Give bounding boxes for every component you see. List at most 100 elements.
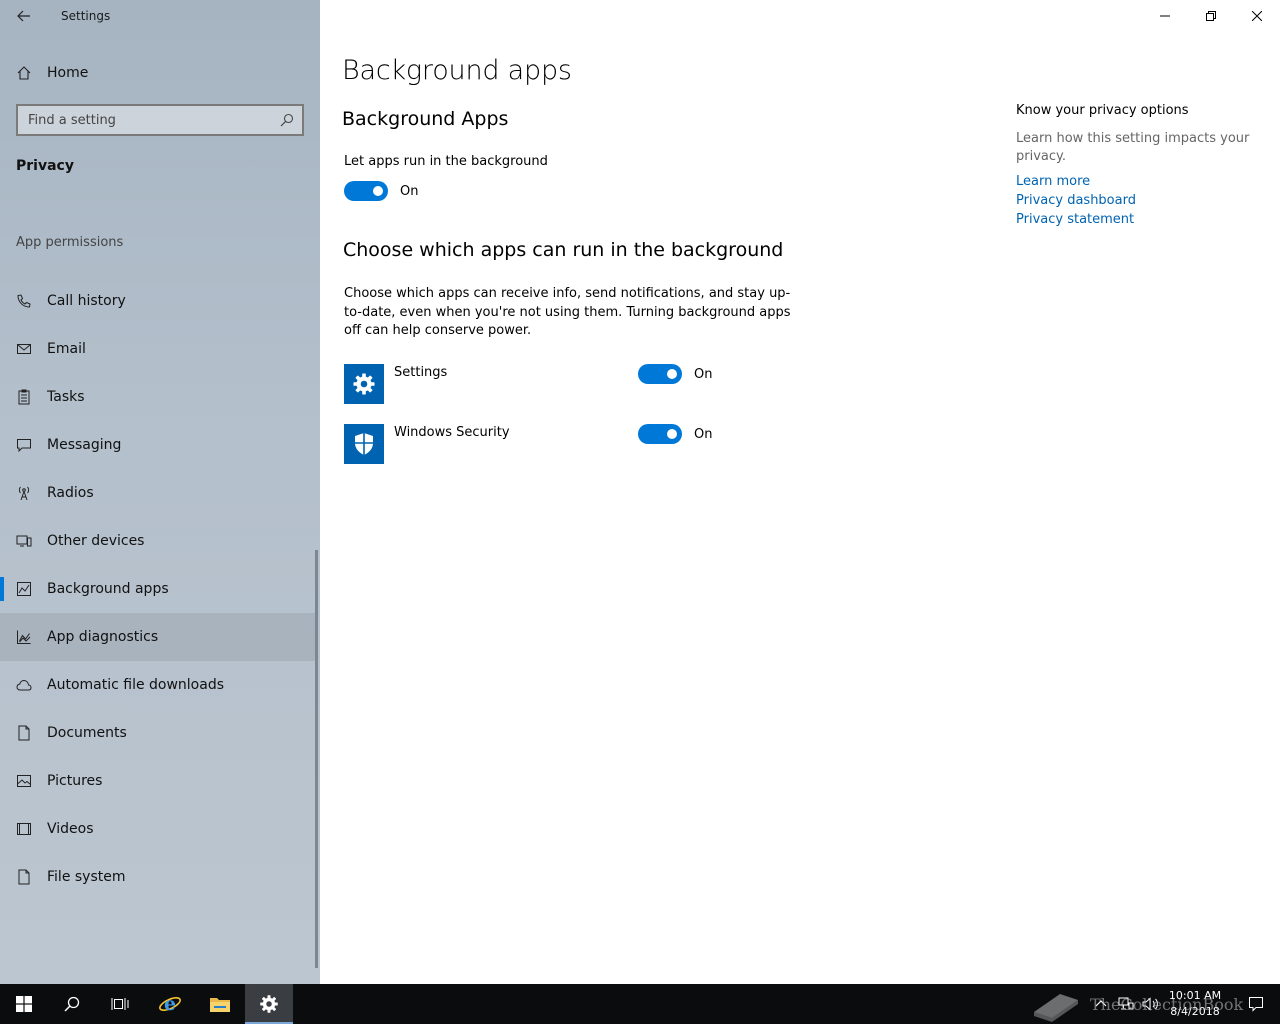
learn-more-link[interactable]: Learn more bbox=[1016, 174, 1090, 189]
sidebar-item-messaging[interactable]: Messaging bbox=[0, 421, 316, 469]
task-view-button[interactable] bbox=[96, 984, 144, 1024]
windows-security-app-tile bbox=[344, 424, 384, 464]
svg-text:e: e bbox=[164, 993, 176, 1015]
search-icon[interactable] bbox=[280, 113, 294, 127]
sidebar-item-label: Call history bbox=[47, 293, 126, 309]
window-controls bbox=[1142, 0, 1280, 32]
settings-app-toggle[interactable] bbox=[638, 364, 682, 384]
let-apps-run-label: Let apps run in the background bbox=[344, 154, 548, 169]
home-label: Home bbox=[47, 65, 89, 81]
close-icon bbox=[1252, 11, 1262, 21]
app-diagnostics-icon bbox=[17, 630, 31, 644]
search-icon bbox=[64, 996, 80, 1012]
radios-icon bbox=[18, 486, 30, 501]
book-icon bbox=[1034, 994, 1078, 1022]
sidebar-item-file-system[interactable]: File system bbox=[0, 853, 316, 901]
folder-icon bbox=[210, 998, 230, 1012]
privacy-options-title: Know your privacy options bbox=[1016, 103, 1189, 118]
start-button[interactable] bbox=[0, 984, 48, 1024]
toggle-knob bbox=[667, 369, 677, 379]
privacy-dashboard-link[interactable]: Privacy dashboard bbox=[1016, 193, 1136, 208]
page-title: Background apps bbox=[342, 55, 572, 86]
choose-apps-description: Choose which apps can receive info, send… bbox=[344, 286, 791, 338]
let-apps-run-toggle[interactable] bbox=[344, 181, 388, 201]
call-history-icon bbox=[17, 294, 31, 308]
gear-icon bbox=[260, 995, 278, 1013]
sidebar-item-label: Automatic file downloads bbox=[47, 677, 225, 693]
search-box[interactable] bbox=[16, 104, 304, 136]
section-heading-choose-apps: Choose which apps can run in the backgro… bbox=[343, 239, 784, 261]
restore-button[interactable] bbox=[1188, 0, 1234, 32]
sidebar-item-label: App diagnostics bbox=[47, 629, 159, 645]
restore-icon bbox=[1206, 11, 1216, 21]
settings-taskbar-button[interactable] bbox=[245, 984, 293, 1024]
sidebar-item-label: Pictures bbox=[47, 773, 103, 789]
other-devices-icon bbox=[16, 535, 32, 547]
sidebar-item-label: Videos bbox=[47, 821, 94, 837]
sidebar-item-label: Other devices bbox=[47, 533, 145, 549]
minimize-icon bbox=[1160, 15, 1170, 17]
sidebar-item-label: File system bbox=[47, 869, 126, 885]
file-system-icon bbox=[18, 869, 30, 885]
privacy-options-description: Learn how this setting impacts your priv… bbox=[1016, 131, 1250, 164]
sidebar-item-app-diagnostics[interactable]: App diagnostics bbox=[0, 613, 316, 661]
sidebar-scrollbar[interactable] bbox=[315, 550, 318, 968]
title-bar: Settings bbox=[0, 0, 320, 32]
watermark: TheCollectionBook bbox=[1030, 986, 1260, 1022]
sidebar-item-call-history[interactable]: Call history bbox=[0, 277, 316, 325]
settings-app-state: On bbox=[694, 367, 713, 382]
search-input[interactable] bbox=[18, 106, 270, 134]
cloud-icon bbox=[16, 679, 32, 691]
windows-security-app-state: On bbox=[694, 427, 713, 442]
document-icon bbox=[18, 725, 30, 741]
task-view-icon bbox=[111, 998, 129, 1010]
sidebar: Settings Home Privacy App permissions Ca… bbox=[0, 0, 320, 984]
close-button[interactable] bbox=[1234, 0, 1280, 32]
sidebar-item-radios[interactable]: Radios bbox=[0, 469, 316, 517]
privacy-statement-link[interactable]: Privacy statement bbox=[1016, 212, 1134, 227]
sidebar-item-label: Email bbox=[47, 341, 86, 357]
messaging-icon bbox=[17, 439, 31, 453]
videos-icon bbox=[17, 823, 31, 835]
back-arrow-icon bbox=[17, 10, 30, 22]
taskbar-search-button[interactable] bbox=[48, 984, 96, 1024]
toggle-knob bbox=[373, 186, 383, 196]
sidebar-item-email[interactable]: Email bbox=[0, 325, 316, 373]
shield-icon bbox=[355, 433, 373, 455]
internet-explorer-button[interactable]: e bbox=[146, 984, 194, 1024]
file-explorer-button[interactable] bbox=[196, 984, 244, 1024]
sidebar-item-pictures[interactable]: Pictures bbox=[0, 757, 316, 805]
toggle-knob bbox=[667, 429, 677, 439]
internet-explorer-icon: e bbox=[159, 993, 181, 1015]
sidebar-item-label: Radios bbox=[47, 485, 94, 501]
home-icon bbox=[17, 66, 31, 80]
section-heading-background-apps: Background Apps bbox=[342, 108, 509, 130]
sidebar-item-automatic-file-downloads[interactable]: Automatic file downloads bbox=[0, 661, 316, 709]
windows-logo-icon bbox=[16, 996, 32, 1012]
pictures-icon bbox=[17, 775, 31, 787]
background-apps-icon bbox=[17, 582, 31, 596]
let-apps-run-state: On bbox=[400, 184, 419, 199]
sidebar-item-tasks[interactable]: Tasks bbox=[0, 373, 316, 421]
app-name-windows-security: Windows Security bbox=[394, 425, 510, 440]
windows-security-app-toggle[interactable] bbox=[638, 424, 682, 444]
app-name-settings: Settings bbox=[394, 365, 448, 380]
watermark-text: TheCollectionBook bbox=[1090, 994, 1244, 1014]
email-icon bbox=[17, 344, 31, 354]
nav-list: Call history Email Tasks Messaging Radio… bbox=[0, 277, 320, 901]
sidebar-item-label: Background apps bbox=[47, 581, 169, 597]
tasks-icon bbox=[18, 389, 30, 405]
app-title: Settings bbox=[61, 9, 111, 23]
gear-icon bbox=[353, 373, 375, 395]
sidebar-item-documents[interactable]: Documents bbox=[0, 709, 316, 757]
back-button[interactable] bbox=[8, 4, 40, 28]
minimize-button[interactable] bbox=[1142, 0, 1188, 32]
group-title: App permissions bbox=[16, 235, 124, 250]
sidebar-item-label: Messaging bbox=[47, 437, 122, 453]
sidebar-item-label: Tasks bbox=[47, 389, 85, 405]
settings-app-tile bbox=[344, 364, 384, 404]
sidebar-item-other-devices[interactable]: Other devices bbox=[0, 517, 316, 565]
home-nav-item[interactable]: Home bbox=[0, 56, 320, 90]
sidebar-item-background-apps[interactable]: Background apps bbox=[0, 565, 316, 613]
sidebar-item-videos[interactable]: Videos bbox=[0, 805, 316, 853]
